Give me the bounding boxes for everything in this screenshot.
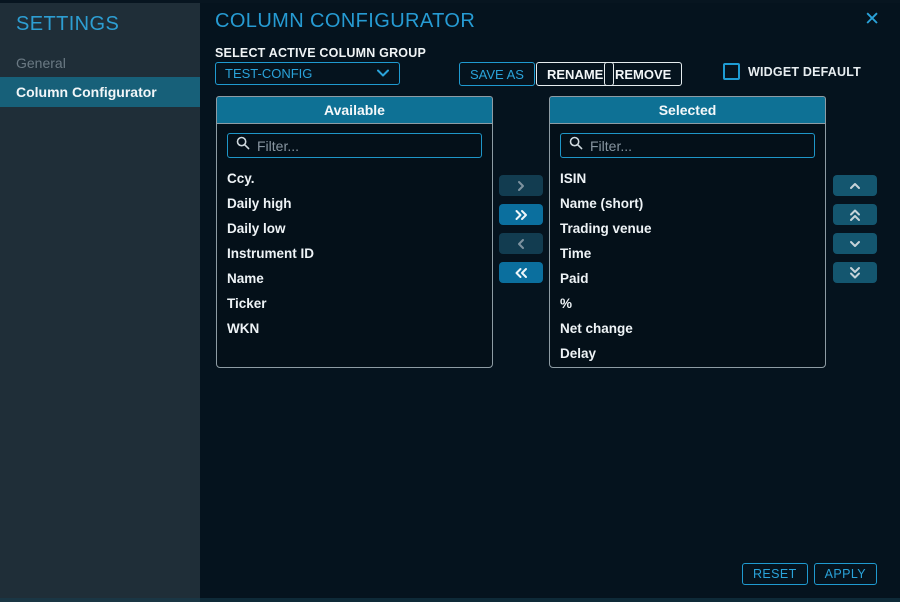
double-chevron-down-icon — [849, 266, 861, 280]
reorder-buttons — [833, 96, 877, 283]
sidebar-item-column-configurator[interactable]: Column Configurator — [0, 77, 200, 107]
move-all-right-button[interactable] — [499, 204, 543, 225]
list-item[interactable]: Net change — [550, 316, 825, 341]
selected-panel-body: ISINName (short)Trading venueTimePaid%Ne… — [549, 123, 826, 368]
dialog-footer: RESET APPLY — [742, 563, 877, 585]
settings-sidebar: SETTINGS General Column Configurator — [0, 0, 200, 602]
move-all-left-button[interactable] — [499, 262, 543, 283]
move-down-button[interactable] — [833, 233, 877, 254]
apply-button[interactable]: APPLY — [814, 563, 877, 585]
chevron-down-icon — [849, 239, 861, 249]
available-panel-header: Available — [216, 96, 493, 123]
move-right-button[interactable] — [499, 175, 543, 196]
window-top-edge — [0, 0, 900, 3]
widget-default-checkbox[interactable] — [723, 63, 740, 80]
double-chevron-right-icon — [514, 209, 529, 221]
selected-filter[interactable] — [560, 133, 815, 158]
list-item[interactable]: ISIN — [550, 166, 825, 191]
list-item[interactable]: Daily low — [217, 216, 492, 241]
rename-button[interactable]: RENAME — [536, 62, 614, 86]
column-group-select[interactable]: TEST-CONFIG — [215, 62, 400, 85]
page-title: COLUMN CONFIGURATOR — [215, 10, 475, 33]
list-item[interactable]: Name — [217, 266, 492, 291]
widget-default-checkbox-group[interactable]: WIDGET DEFAULT — [723, 63, 861, 80]
sidebar-title: SETTINGS — [0, 0, 200, 36]
selected-filter-input[interactable] — [590, 138, 806, 154]
list-item[interactable]: Paid — [550, 266, 825, 291]
remove-button[interactable]: REMOVE — [604, 62, 682, 86]
sidebar-item-label: Column Configurator — [16, 84, 157, 100]
sidebar-item-general[interactable]: General — [0, 49, 200, 77]
list-item[interactable]: WKN — [217, 316, 492, 341]
list-item[interactable]: Daily high — [217, 191, 492, 216]
list-item[interactable]: Ccy. — [217, 166, 492, 191]
list-item[interactable]: Delay — [550, 341, 825, 366]
available-panel: Available Ccy.Daily highDaily lowInstrum… — [216, 96, 493, 368]
available-filter[interactable] — [227, 133, 482, 158]
chevron-down-icon — [376, 66, 390, 81]
search-icon — [569, 136, 583, 155]
widget-default-label: WIDGET DEFAULT — [748, 65, 861, 79]
dual-list-region: Available Ccy.Daily highDaily lowInstrum… — [216, 96, 877, 368]
available-panel-body: Ccy.Daily highDaily lowInstrument IDName… — [216, 123, 493, 368]
double-chevron-up-icon — [849, 208, 861, 222]
list-item[interactable]: Instrument ID — [217, 241, 492, 266]
list-item[interactable]: Name (short) — [550, 191, 825, 216]
list-item[interactable]: Trading venue — [550, 216, 825, 241]
sidebar-nav: General Column Configurator — [0, 49, 200, 107]
window-bottom-edge — [0, 598, 900, 602]
move-top-button[interactable] — [833, 204, 877, 225]
group-controls-row: TEST-CONFIG SAVE AS RENAME REMOVE WIDGET… — [215, 62, 900, 88]
search-icon — [236, 136, 250, 155]
list-item[interactable]: Ticker — [217, 291, 492, 316]
reset-button[interactable]: RESET — [742, 563, 808, 585]
chevron-right-icon — [515, 180, 527, 192]
selected-list: ISINName (short)Trading venueTimePaid%Ne… — [550, 166, 825, 366]
selected-panel: Selected ISINName (short)Trading venueTi… — [549, 96, 826, 368]
selected-panel-header: Selected — [549, 96, 826, 123]
move-up-button[interactable] — [833, 175, 877, 196]
chevron-left-icon — [515, 238, 527, 250]
column-group-select-value: TEST-CONFIG — [225, 66, 312, 81]
list-item[interactable]: Time — [550, 241, 825, 266]
available-filter-input[interactable] — [257, 138, 473, 154]
close-icon[interactable]: ✕ — [864, 9, 880, 31]
settings-dialog: SETTINGS General Column Configurator COL… — [0, 0, 900, 602]
double-chevron-left-icon — [514, 267, 529, 279]
transfer-buttons — [499, 96, 543, 283]
move-bottom-button[interactable] — [833, 262, 877, 283]
list-item[interactable]: % — [550, 291, 825, 316]
active-column-group-label: SELECT ACTIVE COLUMN GROUP — [215, 46, 426, 60]
available-list: Ccy.Daily highDaily lowInstrument IDName… — [217, 166, 492, 341]
chevron-up-icon — [849, 181, 861, 191]
column-configurator-panel: COLUMN CONFIGURATOR ✕ SELECT ACTIVE COLU… — [200, 0, 900, 602]
move-left-button[interactable] — [499, 233, 543, 254]
save-as-button[interactable]: SAVE AS — [459, 62, 535, 86]
sidebar-item-label: General — [16, 55, 66, 71]
